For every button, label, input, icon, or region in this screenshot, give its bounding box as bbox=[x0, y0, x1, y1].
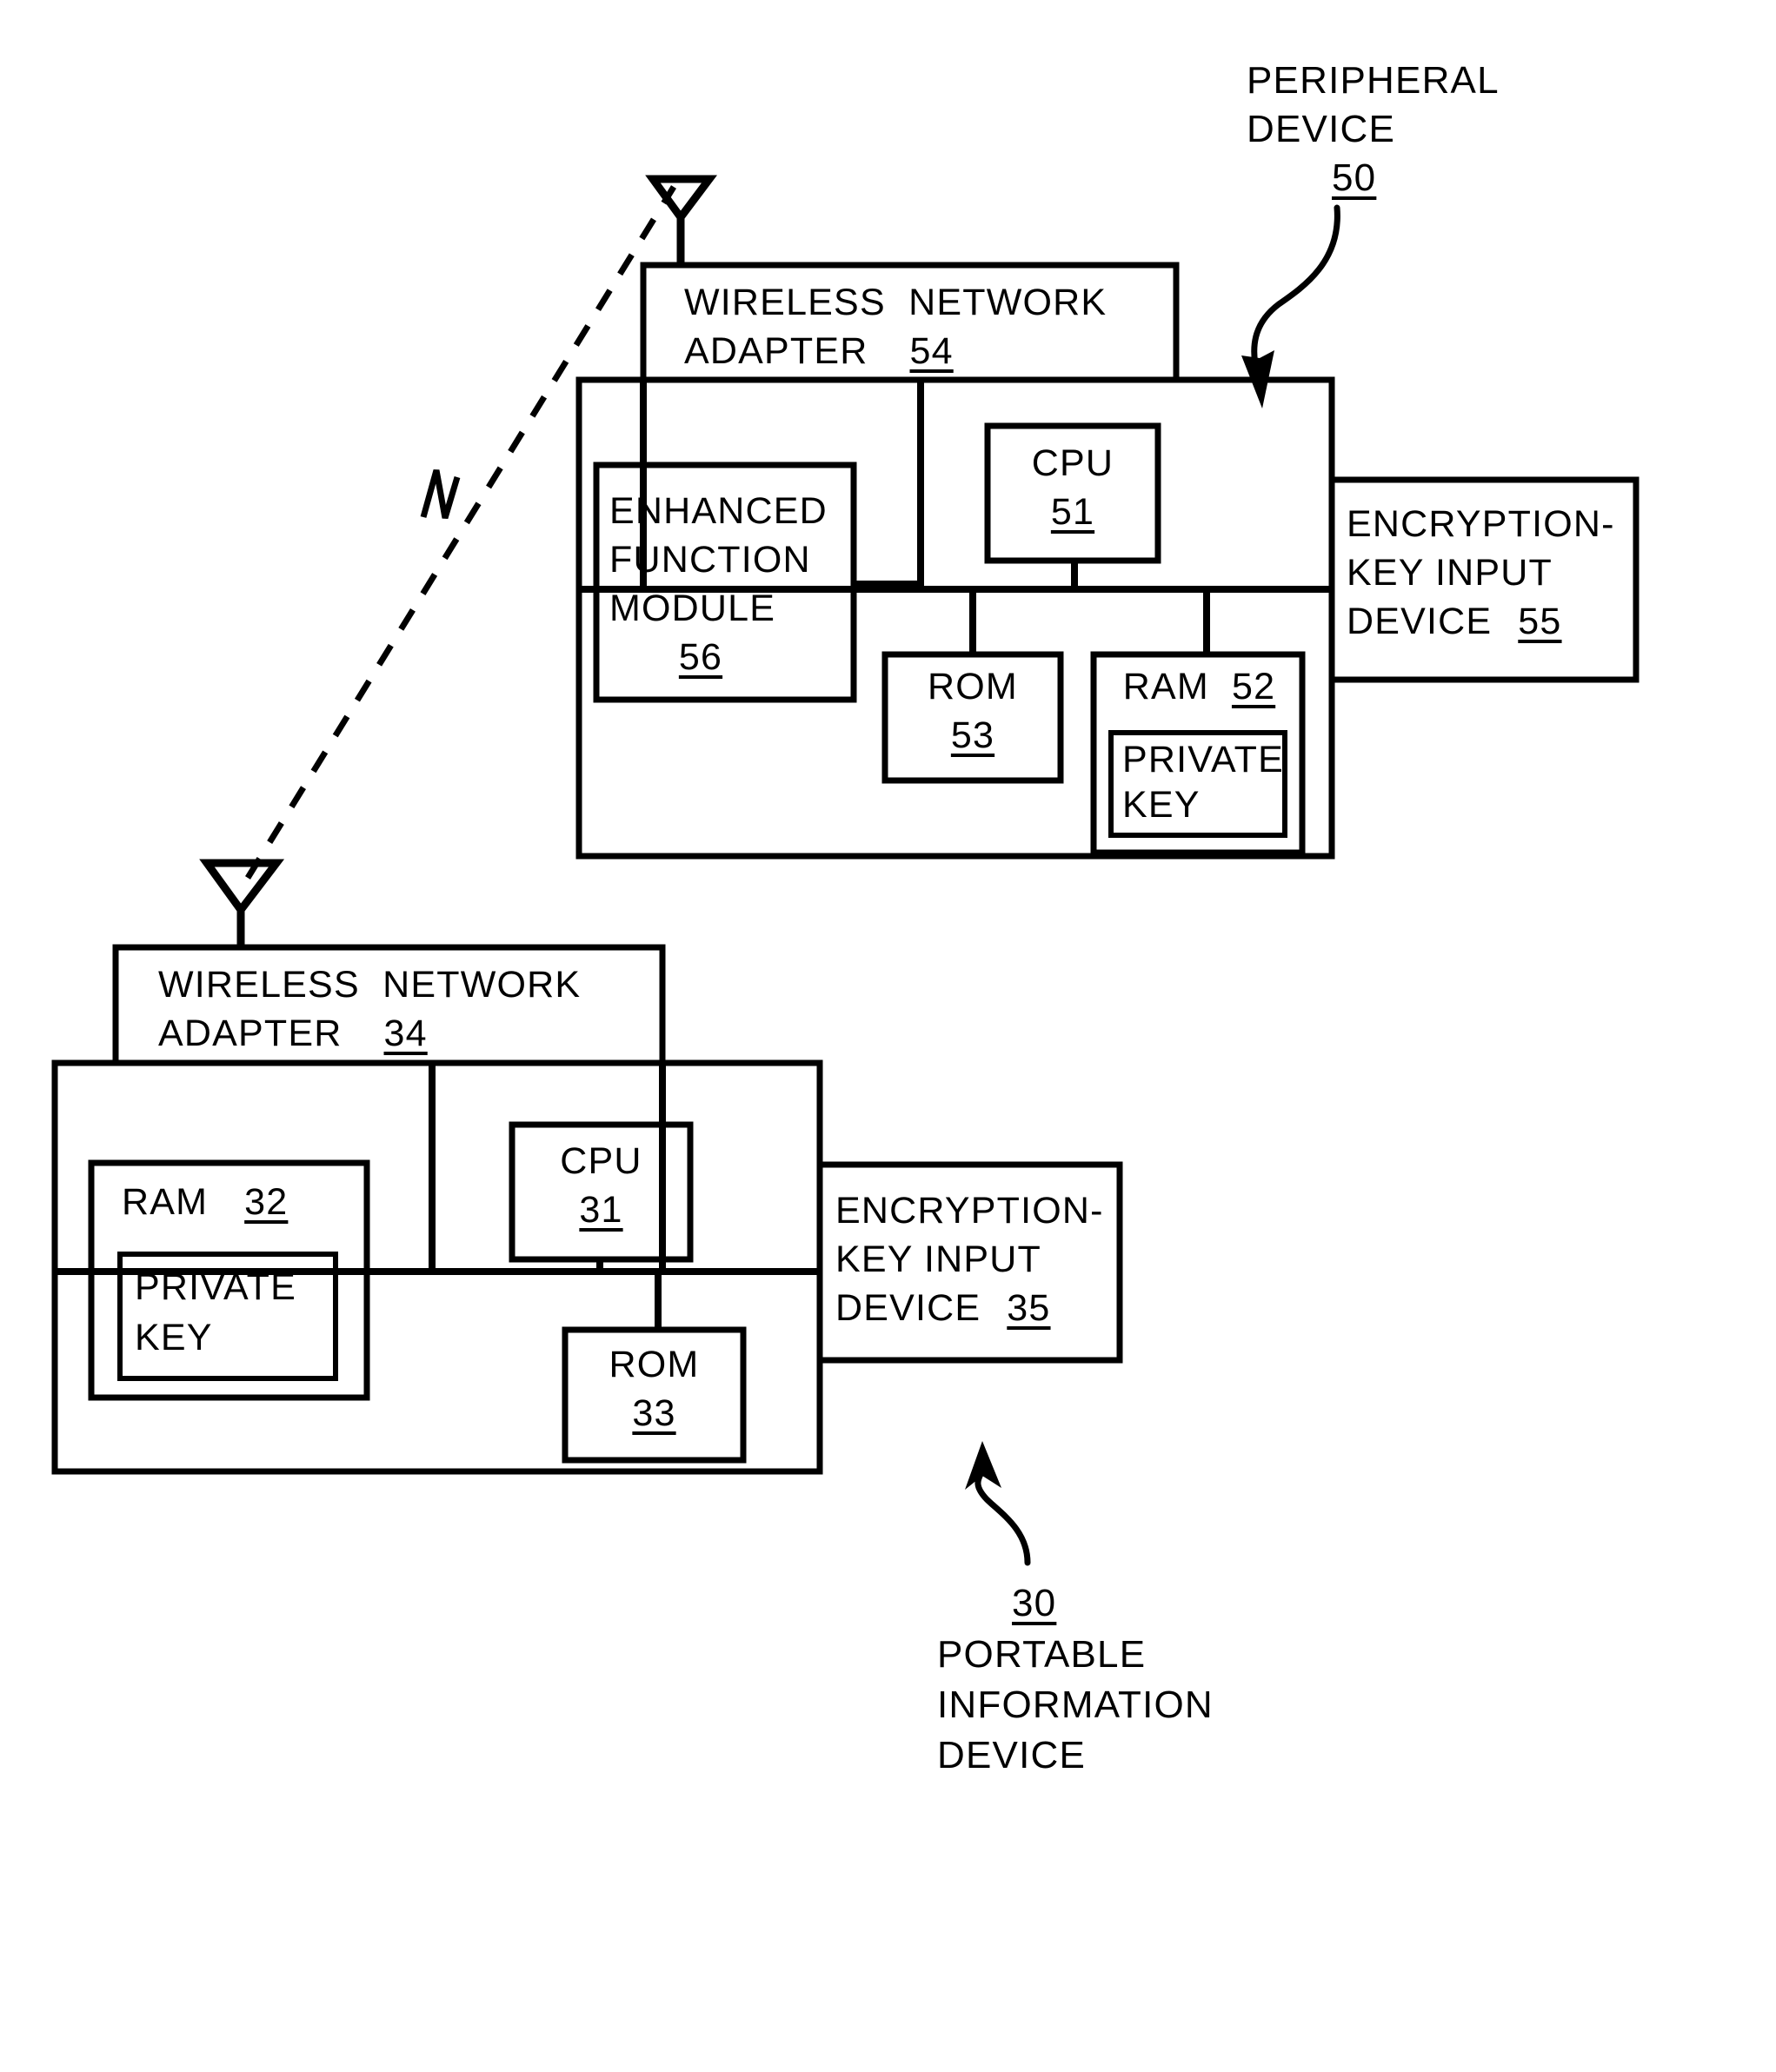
portable-ekid-line1: ENCRYPTION- bbox=[835, 1190, 1104, 1232]
portable-ekid-ref: 35 bbox=[1007, 1287, 1051, 1329]
portable-ekid-line2: KEY INPUT bbox=[835, 1239, 1042, 1280]
portable-cpu-label: CPU 31 bbox=[512, 1137, 690, 1234]
peripheral-adapter-line2: ADAPTER bbox=[684, 330, 868, 372]
efm-line2: FUNCTION bbox=[609, 539, 811, 581]
peripheral-antenna-icon bbox=[645, 175, 717, 267]
peripheral-adapter-ref: 54 bbox=[909, 330, 954, 372]
peripheral-device-callout: PERIPHERAL DEVICE 50 bbox=[1247, 56, 1612, 203]
peripheral-ekid-line2: KEY INPUT bbox=[1347, 552, 1553, 594]
portable-ram-label: RAM 32 bbox=[122, 1178, 343, 1226]
portable-rom-title: ROM bbox=[609, 1344, 700, 1385]
peripheral-rom-label: ROM 53 bbox=[885, 662, 1061, 760]
portable-ram-ref: 32 bbox=[244, 1181, 289, 1223]
peripheral-callout-line2: DEVICE bbox=[1247, 108, 1396, 150]
portable-callout-arrow bbox=[965, 1441, 1031, 1566]
portable-callout-line3: DEVICE bbox=[937, 1734, 1087, 1776]
peripheral-callout-ref: 50 bbox=[1332, 156, 1377, 199]
portable-rom-ref: 33 bbox=[632, 1392, 676, 1434]
peripheral-callout-line1: PERIPHERAL bbox=[1247, 59, 1500, 102]
portable-rom-label: ROM 33 bbox=[565, 1340, 743, 1438]
peripheral-encryption-key-input-label: ENCRYPTION- KEY INPUT DEVICE 55 bbox=[1347, 500, 1642, 646]
portable-wireless-adapter-label: WIRELESS NETWORK ADAPTER 34 bbox=[158, 960, 654, 1058]
peripheral-cpu-label: CPU 51 bbox=[988, 439, 1158, 536]
portable-callout-line2: INFORMATION bbox=[937, 1684, 1214, 1726]
peripheral-ekid-line3: DEVICE bbox=[1347, 601, 1493, 642]
portable-private-key-label: PRIVATE KEY bbox=[135, 1262, 335, 1363]
peripheral-private-key-line1: PRIVATE bbox=[1122, 739, 1285, 780]
peripheral-cpu-ref: 51 bbox=[1050, 491, 1095, 533]
peripheral-cpu-title: CPU bbox=[1031, 442, 1114, 484]
portable-device-callout: 30 PORTABLE INFORMATION DEVICE bbox=[937, 1577, 1302, 1781]
portable-encryption-key-input-label: ENCRYPTION- KEY INPUT DEVICE 35 bbox=[835, 1186, 1131, 1332]
portable-adapter-line2: ADAPTER bbox=[158, 1013, 343, 1054]
peripheral-rom-title: ROM bbox=[928, 666, 1018, 707]
peripheral-ram-label: RAM 52 bbox=[1106, 662, 1293, 711]
patent-figure: PERIPHERAL DEVICE 50 WIRELESS NETWORK AD… bbox=[0, 0, 1776, 2072]
portable-private-key-line1: PRIVATE bbox=[135, 1266, 297, 1308]
portable-adapter-ref: 34 bbox=[383, 1013, 428, 1054]
peripheral-adapter-line1: WIRELESS NETWORK bbox=[684, 282, 1108, 323]
portable-ram-title: RAM bbox=[122, 1181, 209, 1223]
enhanced-function-module-label: ENHANCED FUNCTION MODULE 56 bbox=[609, 487, 853, 681]
peripheral-ekid-ref: 55 bbox=[1518, 601, 1562, 642]
peripheral-ram-title: RAM bbox=[1122, 666, 1209, 707]
portable-cpu-ref: 31 bbox=[579, 1189, 623, 1231]
peripheral-wireless-adapter-label: WIRELESS NETWORK ADAPTER 54 bbox=[684, 278, 1171, 375]
portable-ekid-line3: DEVICE bbox=[835, 1287, 981, 1329]
efm-ref: 56 bbox=[678, 636, 723, 678]
peripheral-private-key-label: PRIVATE KEY bbox=[1122, 737, 1287, 827]
portable-adapter-line1: WIRELESS NETWORK bbox=[158, 964, 582, 1006]
portable-callout-ref: 30 bbox=[1012, 1582, 1057, 1624]
peripheral-ram-ref: 52 bbox=[1231, 666, 1276, 707]
peripheral-ekid-line1: ENCRYPTION- bbox=[1347, 503, 1615, 545]
efm-line1: ENHANCED bbox=[609, 490, 828, 532]
link-break-icon bbox=[420, 469, 461, 519]
peripheral-private-key-line2: KEY bbox=[1122, 784, 1201, 826]
portable-antenna-icon bbox=[199, 859, 285, 949]
portable-cpu-title: CPU bbox=[560, 1140, 642, 1182]
portable-private-key-line2: KEY bbox=[135, 1317, 213, 1358]
portable-callout-line1: PORTABLE bbox=[937, 1633, 1147, 1676]
efm-line3: MODULE bbox=[609, 588, 776, 629]
peripheral-rom-ref: 53 bbox=[950, 714, 995, 756]
